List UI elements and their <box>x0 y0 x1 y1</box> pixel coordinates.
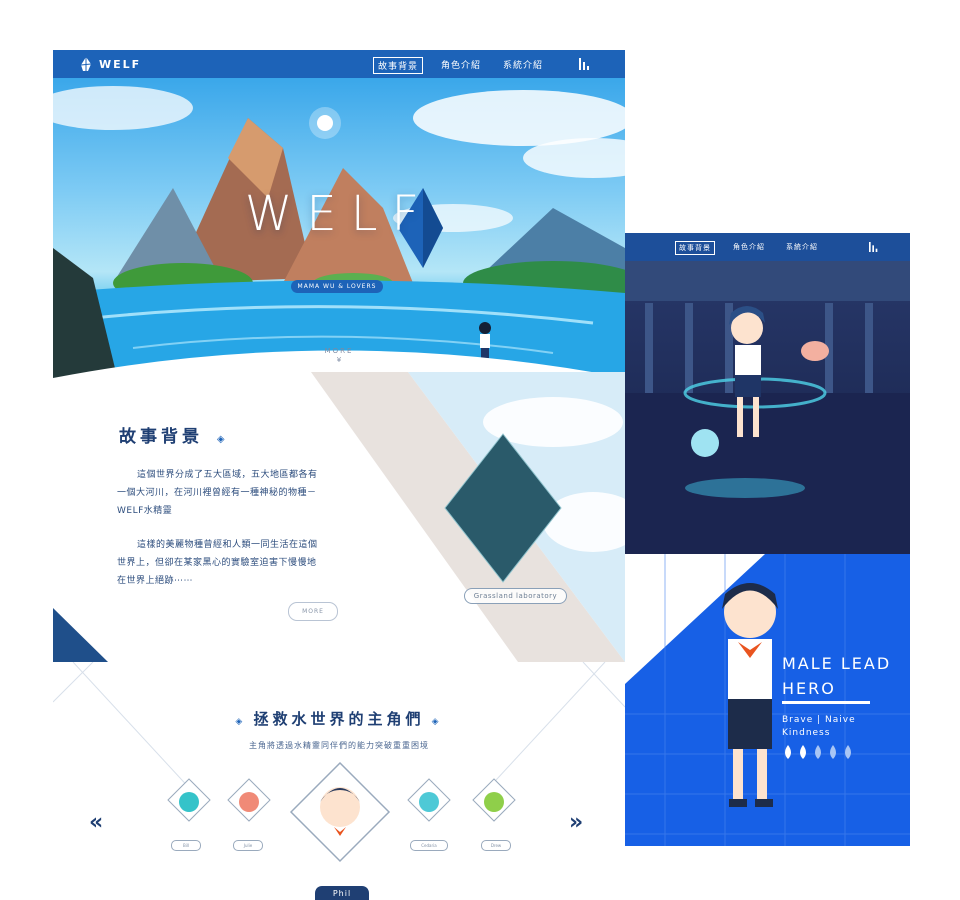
chevron-down-icon[interactable]: ¥ <box>53 356 625 364</box>
heroes-subtitle: 主角將透過水精靈同伴們的能力突破重重困境 <box>249 741 429 750</box>
water-drop-logo-icon <box>80 57 92 71</box>
story-paragraph-1: 這個世界分成了五大區域，五大地區都各有一個大河川，在河川裡曾經有一種神秘的物種－… <box>117 470 318 516</box>
water-drop-rating <box>785 745 851 759</box>
landing-page: WELF 故事背景 角色介紹 系統介紹 WELF MAMA WU & LOVER… <box>53 50 625 900</box>
logo-text: WELF <box>99 57 142 71</box>
nav-link-system[interactable]: 系統介紹 <box>499 57 547 74</box>
story-paragraph-2: 這樣的美麗物種曾經和人類一同生活在這個世界上，但卻在某家黑心的實驗室迫害下慢慢地… <box>117 540 318 586</box>
water-drop-icon <box>800 745 806 759</box>
water-drop-icon <box>785 745 791 759</box>
character-scene <box>625 261 910 554</box>
nav-link-story[interactable]: 故事背景 <box>372 57 423 74</box>
double-chevron-left-icon[interactable]: « <box>89 810 103 835</box>
character-bill[interactable] <box>167 778 211 822</box>
character-role-line-2: HERO <box>782 679 836 698</box>
heroes-title: ◈ 拯救水世界的主角們 ◈ <box>53 708 625 729</box>
hero-title: WELF <box>244 186 434 242</box>
heroes-background <box>53 662 625 863</box>
top-nav: WELF 故事背景 角色介紹 系統介紹 <box>53 50 625 78</box>
bars-icon[interactable] <box>579 58 591 70</box>
story-title-text: 故事背景 <box>119 427 203 447</box>
character-page-nav: 故事背景 角色介紹 系統介紹 <box>625 233 910 261</box>
nav-links: 故事背景 角色介紹 系統介紹 <box>372 57 547 74</box>
diamond-icon: ◈ <box>216 434 229 445</box>
logo[interactable]: WELF <box>79 56 141 72</box>
character-page-nav-links: 故事背景 角色介紹 系統介紹 <box>675 241 821 255</box>
character-cedaria[interactable] <box>407 778 451 822</box>
character-label-drew[interactable]: Drew <box>481 840 511 851</box>
character-role-line-1: MALE LEAD <box>782 654 892 673</box>
bars-icon[interactable] <box>869 242 879 252</box>
diamond-icon: ◈ <box>424 717 443 727</box>
character-label-bill[interactable]: Bill <box>171 840 201 851</box>
character-traits-line-2: Kindness <box>782 728 831 738</box>
character-label-cedaria[interactable]: Cedaria <box>410 840 448 851</box>
character-phil[interactable] <box>289 761 391 863</box>
nav-link-characters[interactable]: 角色介紹 <box>437 57 485 74</box>
double-chevron-right-icon[interactable]: » <box>569 810 583 835</box>
character-intro-page: 故事背景 角色介紹 系統介紹 <box>625 233 910 554</box>
character-traits: Brave | Naive Kindness <box>782 714 856 740</box>
character-label-julie[interactable]: Julie <box>233 840 263 851</box>
character-label-phil[interactable]: Phil <box>315 886 369 900</box>
divider <box>782 701 870 704</box>
character-role-title: MALE LEAD HERO <box>782 651 891 701</box>
character-traits-line-1: Brave | Naive <box>782 715 856 725</box>
location-button[interactable]: Grassland laboratory <box>464 588 567 604</box>
story-title: 故事背景 ◈ <box>119 422 229 447</box>
diamond-icon: ◈ <box>235 717 254 727</box>
water-drop-icon <box>845 745 851 759</box>
story-background <box>53 372 625 662</box>
nav-link-characters[interactable]: 角色介紹 <box>730 241 768 255</box>
character-drew[interactable] <box>472 778 516 822</box>
nav-link-story[interactable]: 故事背景 <box>675 241 715 255</box>
nav-link-system[interactable]: 系統介紹 <box>783 241 821 255</box>
hero-subtitle-badge: MAMA WU & LOVERS <box>291 280 383 293</box>
story-more-button[interactable]: MORE <box>288 602 338 621</box>
character-card: MALE LEAD HERO Brave | Naive Kindness <box>625 554 910 846</box>
more-link[interactable]: MORE <box>53 347 625 355</box>
water-drop-icon <box>815 745 821 759</box>
heroes-title-text: 拯救水世界的主角們 <box>253 710 425 728</box>
water-drop-icon <box>830 745 836 759</box>
character-julie[interactable] <box>227 778 271 822</box>
